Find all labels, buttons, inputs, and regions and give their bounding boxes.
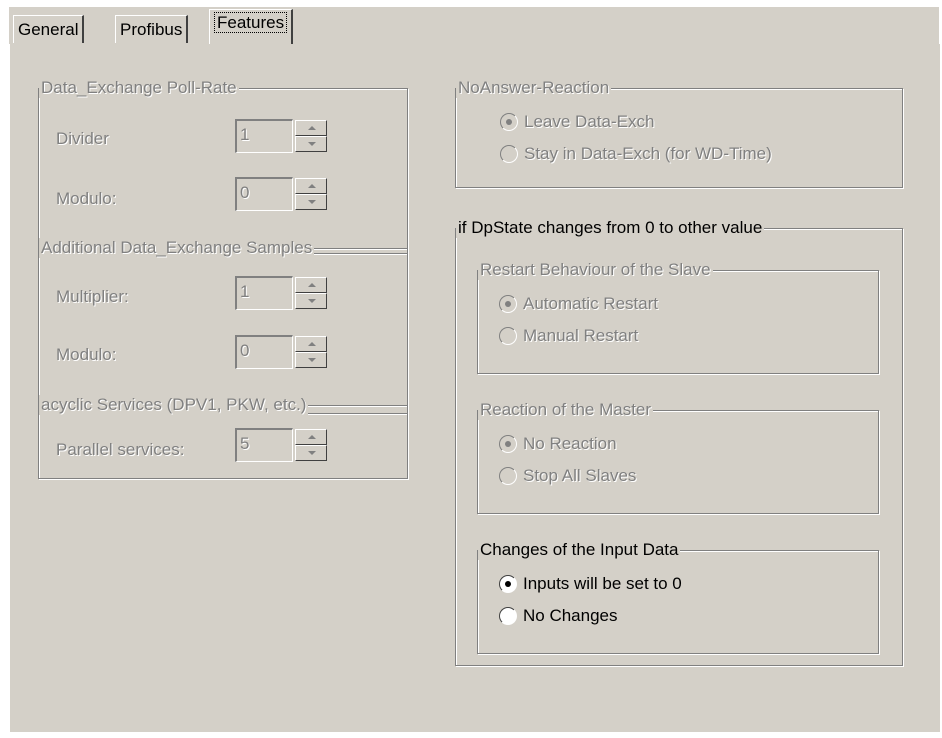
dpstate-title: if DpState changes from 0 to other value <box>456 218 765 238</box>
tab-features[interactable]: Features <box>209 9 294 45</box>
radio-unselected-icon <box>500 145 518 163</box>
radio-unselected-icon <box>499 607 517 625</box>
samples-title: Additional Data_Exchange Samples <box>39 238 315 258</box>
automatic-restart-label: Automatic Restart <box>523 294 659 313</box>
divider-down-button[interactable] <box>295 136 327 152</box>
arrow-up-icon <box>308 435 316 439</box>
multiplier-input[interactable]: 1 <box>235 276 293 310</box>
multiplier-up-button[interactable] <box>295 277 327 293</box>
master-reaction-title: Reaction of the Master <box>478 400 654 420</box>
arrow-up-icon <box>308 283 316 287</box>
arrow-up-icon <box>308 342 316 346</box>
arrow-down-icon <box>308 299 316 303</box>
samples-modulo-down-button[interactable] <box>295 352 327 368</box>
poll-rate-group: Data_Exchange Poll-Rate Divider 1 Modulo… <box>38 78 408 254</box>
radio-unselected-icon <box>499 467 517 485</box>
tab-profibus-label: Profibus <box>120 20 183 39</box>
input-data-group: Changes of the Input Data Inputs will be… <box>477 540 879 654</box>
multiplier-label: Multiplier: <box>56 287 129 306</box>
samples-modulo-up-button[interactable] <box>295 336 327 352</box>
arrow-up-icon <box>308 184 316 188</box>
tab-strip: General Profibus Features <box>9 7 939 45</box>
radio-selected-icon <box>500 113 518 131</box>
arrow-down-icon <box>308 358 316 362</box>
tab-profibus[interactable]: Profibus <box>115 15 189 43</box>
parallel-up-button[interactable] <box>295 429 327 445</box>
stop-all-slaves-label: Stop All Slaves <box>523 466 637 485</box>
radio-selected-icon <box>499 295 517 313</box>
modulo-down-button[interactable] <box>295 194 327 210</box>
divider-input[interactable]: 1 <box>235 119 293 153</box>
arrow-down-icon <box>308 142 316 146</box>
tab-features-label: Features <box>214 12 288 33</box>
features-panel: Data_Exchange Poll-Rate Divider 1 Modulo… <box>9 44 940 732</box>
acyclic-group: acyclic Services (DPV1, PKW, etc.) Paral… <box>38 395 408 479</box>
noanswer-group: NoAnswer-Reaction Leave Data-Exch Stay i… <box>455 78 903 188</box>
noanswer-title: NoAnswer-Reaction <box>456 78 612 98</box>
samples-group: Additional Data_Exchange Samples Multipl… <box>38 238 408 414</box>
parallel-down-button[interactable] <box>295 445 327 461</box>
samples-modulo-input[interactable]: 0 <box>235 335 293 369</box>
parallel-services-input[interactable]: 5 <box>235 428 293 462</box>
radio-selected-icon <box>499 435 517 453</box>
modulo-up-button[interactable] <box>295 178 327 194</box>
samples-modulo-label: Modulo: <box>56 345 117 364</box>
arrow-down-icon <box>308 200 316 204</box>
divider-up-button[interactable] <box>295 120 327 136</box>
parallel-services-label: Parallel services: <box>56 440 185 459</box>
acyclic-title: acyclic Services (DPV1, PKW, etc.) <box>39 395 309 415</box>
tab-general-label: General <box>18 20 79 39</box>
leave-data-exch-label: Leave Data-Exch <box>524 112 655 131</box>
modulo-label: Modulo: <box>56 189 117 208</box>
restart-behaviour-group: Restart Behaviour of the Slave Automatic… <box>477 260 879 374</box>
arrow-up-icon <box>308 126 316 130</box>
no-changes-label: No Changes <box>523 606 618 625</box>
multiplier-down-button[interactable] <box>295 293 327 309</box>
manual-restart-label: Manual Restart <box>523 326 639 345</box>
poll-rate-title: Data_Exchange Poll-Rate <box>39 78 239 98</box>
input-data-title: Changes of the Input Data <box>478 540 681 560</box>
arrow-down-icon <box>308 451 316 455</box>
stay-data-exch-label: Stay in Data-Exch (for WD-Time) <box>524 144 772 163</box>
master-reaction-group: Reaction of the Master No Reaction Stop … <box>477 400 879 514</box>
dpstate-group: if DpState changes from 0 to other value… <box>455 218 903 666</box>
radio-unselected-icon <box>499 327 517 345</box>
divider-label: Divider <box>56 129 109 148</box>
radio-selected-icon <box>499 575 517 593</box>
no-reaction-label: No Reaction <box>523 434 617 453</box>
modulo-input[interactable]: 0 <box>235 177 293 211</box>
inputs-set-zero-label: Inputs will be set to 0 <box>523 574 682 593</box>
tab-general[interactable]: General <box>13 15 85 43</box>
restart-behaviour-title: Restart Behaviour of the Slave <box>478 260 713 280</box>
